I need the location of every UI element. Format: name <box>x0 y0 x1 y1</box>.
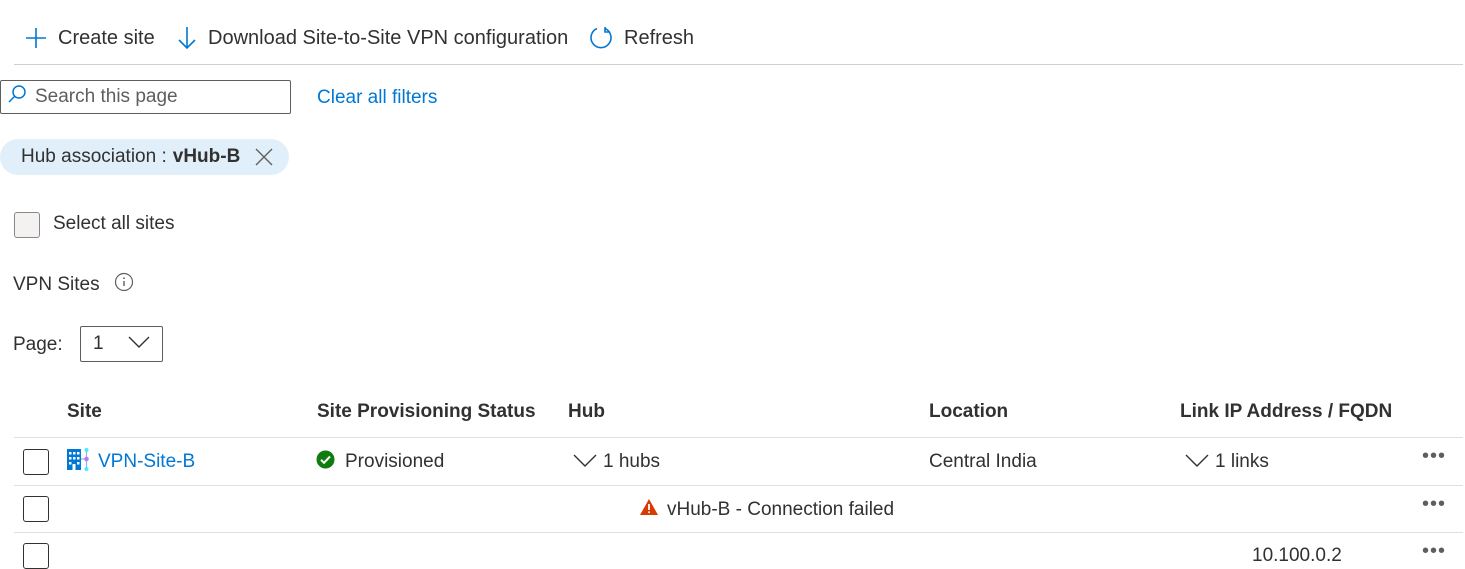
filter-pill-hub-association[interactable]: Hub association : vHub-B <box>0 139 289 175</box>
refresh-button[interactable]: Refresh <box>588 22 694 54</box>
more-options-button[interactable]: ••• <box>1422 445 1446 468</box>
search-box[interactable] <box>0 80 291 114</box>
toolbar-divider <box>14 64 1463 65</box>
column-header-link-ip[interactable]: Link IP Address / FQDN <box>1180 401 1392 423</box>
column-header-hub[interactable]: Hub <box>568 401 605 423</box>
page-selected-value: 1 <box>93 333 104 354</box>
select-all-checkbox[interactable] <box>14 212 40 238</box>
filter-pill-label: Hub association : <box>21 146 167 167</box>
select-all-label: Select all sites <box>53 213 175 234</box>
hub-connection-status: vHub-B - Connection failed <box>667 499 895 520</box>
row-divider <box>14 532 1463 533</box>
more-options-button[interactable]: ••• <box>1422 540 1446 563</box>
column-header-status[interactable]: Site Provisioning Status <box>317 401 536 423</box>
row-checkbox[interactable] <box>23 543 49 569</box>
page-dropdown[interactable]: 1 <box>80 326 163 362</box>
download-config-button[interactable]: Download Site-to-Site VPN configuration <box>176 22 568 54</box>
link-ip-address: 10.100.0.2 <box>1252 545 1342 566</box>
search-icon <box>7 84 27 110</box>
refresh-label: Refresh <box>624 26 695 49</box>
site-link[interactable]: VPN-Site-B <box>98 451 195 473</box>
refresh-icon <box>588 25 614 51</box>
info-icon[interactable] <box>114 272 134 298</box>
links-expander[interactable]: 1 links <box>1185 447 1269 477</box>
column-header-location[interactable]: Location <box>929 401 1008 423</box>
success-check-icon <box>316 450 335 475</box>
section-title: VPN Sites <box>13 274 100 295</box>
column-header-site[interactable]: Site <box>67 401 102 423</box>
search-input[interactable] <box>33 85 277 109</box>
row-checkbox[interactable] <box>23 496 49 522</box>
hub-count: 1 hubs <box>603 451 661 472</box>
provisioning-status: Provisioned <box>345 451 445 472</box>
row-checkbox[interactable] <box>23 449 49 475</box>
create-site-button[interactable]: Create site <box>24 22 155 54</box>
vpn-sites-heading: VPN Sites <box>13 272 134 298</box>
filter-pill-value: vHub-B <box>172 146 241 167</box>
row-divider <box>14 485 1463 486</box>
download-config-label: Download Site-to-Site VPN configuration <box>208 26 569 49</box>
chevron-down-icon <box>1185 451 1209 473</box>
close-icon[interactable] <box>254 147 274 167</box>
clear-all-filters-link[interactable]: Clear all filters <box>317 87 437 109</box>
chevron-down-icon <box>128 333 150 355</box>
page-label: Page: <box>13 334 63 355</box>
chevron-down-icon <box>573 451 597 473</box>
link-count: 1 links <box>1215 451 1269 472</box>
location: Central India <box>929 451 1037 472</box>
vpn-site-icon <box>66 446 92 478</box>
download-arrow-icon <box>176 25 198 51</box>
hub-expander[interactable]: 1 hubs <box>573 447 660 477</box>
plus-icon <box>24 26 48 50</box>
header-divider <box>14 437 1463 438</box>
warning-icon <box>639 498 659 522</box>
create-site-label: Create site <box>58 26 155 49</box>
more-options-button[interactable]: ••• <box>1422 493 1446 516</box>
